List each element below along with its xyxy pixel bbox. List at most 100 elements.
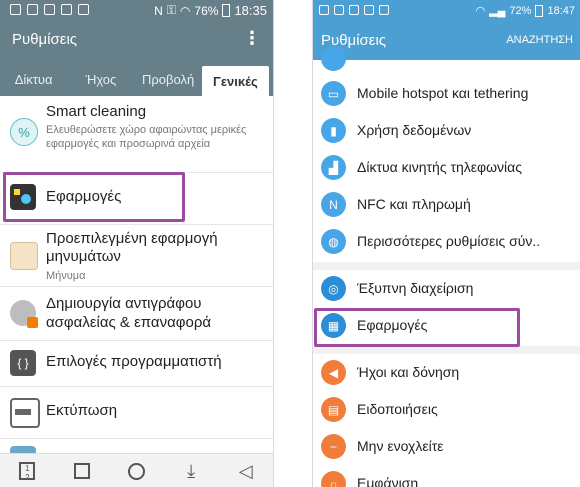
developer-icon: { } [10, 350, 36, 376]
left-phone-screen: N ⚿ ◠ 76% 18:35 Ρυθμίσεις ⋮ Δίκτυα Ήχος … [0, 0, 274, 487]
signal-icon: ▂▄ [489, 5, 506, 17]
printer-icon [10, 398, 40, 428]
list-item-developer-options[interactable]: { } Επιλογές προγραμματιστή [0, 340, 273, 387]
list-item-title: Περισσότερες ρυθμίσεις σύν.. [357, 233, 541, 249]
checkbox-icon [44, 4, 55, 15]
list-item-notifications[interactable]: ▤ Ειδοποιήσεις [313, 391, 580, 428]
list-item-printing[interactable]: Εκτύπωση [0, 386, 273, 439]
list-item-title: Ήχοι και δόνηση [357, 364, 460, 380]
mobile-network-icon: ▟ [321, 155, 346, 180]
wifi-icon: ◠ [179, 3, 191, 18]
list-item-title: Δημιουργία αντιγράφου ασφαλείας & επαναφ… [46, 295, 212, 331]
list-item-title: Mobile hotspot και tethering [357, 85, 529, 101]
tab-networks[interactable]: Δίκτυα [0, 62, 67, 96]
back-icon[interactable]: ◁ [232, 457, 260, 485]
battery-level: 76% [194, 3, 219, 18]
list-item-title: Δίκτυα κινητής τηλεφωνίας [357, 159, 522, 175]
data-usage-icon: ▮ [321, 118, 346, 143]
image-icon [10, 4, 21, 15]
battery-icon [535, 4, 544, 17]
tab-display[interactable]: Προβολή [135, 62, 202, 96]
image-icon [334, 5, 344, 15]
hotspot-icon: ▭ [321, 81, 346, 106]
list-item-do-not-disturb[interactable]: − Μην ενοχλείτε [313, 428, 580, 465]
list-item-default-messaging[interactable]: Προεπιλεγμένη εφαρμογή μηνυμάτων Μήνυμα [0, 224, 273, 287]
printer-tray [15, 409, 31, 415]
page-title: Ρυθμίσεις [12, 31, 78, 48]
square-icon [78, 4, 89, 15]
notification-icons [10, 4, 89, 15]
list-item-display[interactable]: ☼ Εμφάνιση [313, 465, 580, 487]
image-icon [27, 4, 38, 15]
list-item-title: Εμφάνιση [357, 475, 419, 487]
list-item-backup-reset[interactable]: Δημιουργία αντιγράφου ασφαλείας & επαναφ… [0, 286, 273, 341]
list-item-sounds[interactable]: ◀ Ήχοι και δόνηση [313, 354, 580, 391]
status-bar: ◠ ▂▄ 72% 18:47 [313, 0, 580, 22]
right-phone-screen: ◠ ▂▄ 72% 18:47 Ρυθμίσεις ΑΝΑΖΗΤΗΣΗ ▭ Mob… [312, 0, 580, 487]
battery-icon [222, 4, 231, 17]
image-icon [61, 4, 72, 15]
section-divider [313, 262, 580, 270]
app-bar: Ρυθμίσεις ⋮ [0, 22, 273, 62]
display-icon: ☼ [321, 471, 346, 487]
partial-row-icon [321, 46, 346, 71]
tab-general[interactable]: Γενικές [201, 66, 269, 96]
clock: 18:47 [547, 4, 575, 17]
image-icon [349, 5, 359, 15]
list-item-data-usage[interactable]: ▮ Χρήση δεδομένων [313, 112, 580, 149]
list-item-title: Έξυπνη διαχείριση [357, 280, 474, 296]
list-item-title: Ειδοποιήσεις [357, 401, 438, 417]
list-item-smart-cleaning[interactable]: % Smart cleaning Ελευθερώσετε χώρο αφαιρ… [0, 96, 273, 173]
image-icon [379, 5, 389, 15]
wifi-icon: ◠ [475, 5, 486, 17]
nav-bar: 12 ⤓ ◁ [0, 453, 273, 487]
nfc-status-icon: N [154, 3, 163, 18]
status-bar: N ⚿ ◠ 76% 18:35 [0, 0, 273, 22]
notification-icons [319, 5, 389, 15]
list-item-title: NFC και πληρωμή [357, 196, 471, 212]
home-square-icon[interactable] [68, 457, 96, 485]
list-item-title: Επιλογές προγραμματιστή [46, 353, 222, 370]
highlight-box [3, 172, 185, 222]
list-item-subtitle: Ελευθερώσετε χώρο αφαιρώντας μερικές εφα… [46, 124, 247, 150]
list-item-title: Προεπιλεγμένη εφαρμογή μηνυμάτων [46, 230, 218, 265]
tab-sound[interactable]: Ήχος [67, 62, 134, 96]
sound-icon: ◀ [321, 360, 346, 385]
recent-icon-glyph: 12 [19, 462, 36, 482]
cleaning-icon: % [10, 118, 38, 146]
list-item-nfc[interactable]: N NFC και πληρωμή [313, 186, 580, 223]
list-item-title: Εκτύπωση [46, 402, 118, 419]
list-item-partial [313, 46, 580, 75]
clock: 18:35 [234, 3, 267, 18]
image-icon [319, 5, 329, 15]
app-bar: Ρυθμίσεις ΑΝΑΖΗΤΗΣΗ [313, 22, 580, 60]
list-item-partial [0, 438, 273, 456]
notifications-icon: ▤ [321, 397, 346, 422]
backup-badge [27, 317, 38, 328]
do-not-disturb-icon: − [321, 434, 346, 459]
list-item-more-connections[interactable]: ◍ Περισσότερες ρυθμίσεις σύν.. [313, 223, 580, 260]
more-connections-icon: ◍ [321, 229, 346, 254]
recent-icon[interactable]: 12 [13, 457, 41, 485]
home-circle-icon[interactable] [122, 457, 150, 485]
backup-icon [10, 300, 38, 328]
list-item-title: Χρήση δεδομένων [357, 122, 472, 138]
image-icon [364, 5, 374, 15]
download-icon[interactable]: ⤓ [177, 457, 205, 485]
list-item-smart-manager[interactable]: ◎ Έξυπνη διαχείριση [313, 270, 580, 307]
list-item-mobile-networks[interactable]: ▟ Δίκτυα κινητής τηλεφωνίας [313, 149, 580, 186]
list-item-subtitle: Μήνυμα [46, 270, 86, 282]
list-item-hotspot[interactable]: ▭ Mobile hotspot και tethering [313, 75, 580, 112]
search-button[interactable]: ΑΝΑΖΗΤΗΣΗ [506, 34, 573, 46]
key-icon: ⚿ [166, 3, 176, 17]
messages-icon [10, 242, 38, 270]
settings-tabs: Δίκτυα Ήχος Προβολή Γενικές [0, 62, 273, 96]
battery-level: 72% [509, 4, 532, 17]
list-item-title: Μην ενοχλείτε [357, 438, 444, 454]
list-item-title: Smart cleaning [46, 103, 147, 120]
more-vert-icon[interactable]: ⋮ [243, 28, 261, 48]
smart-manager-icon: ◎ [321, 276, 346, 301]
nfc-icon: N [321, 192, 346, 217]
square-glyph [73, 463, 90, 479]
section-divider [313, 346, 580, 354]
